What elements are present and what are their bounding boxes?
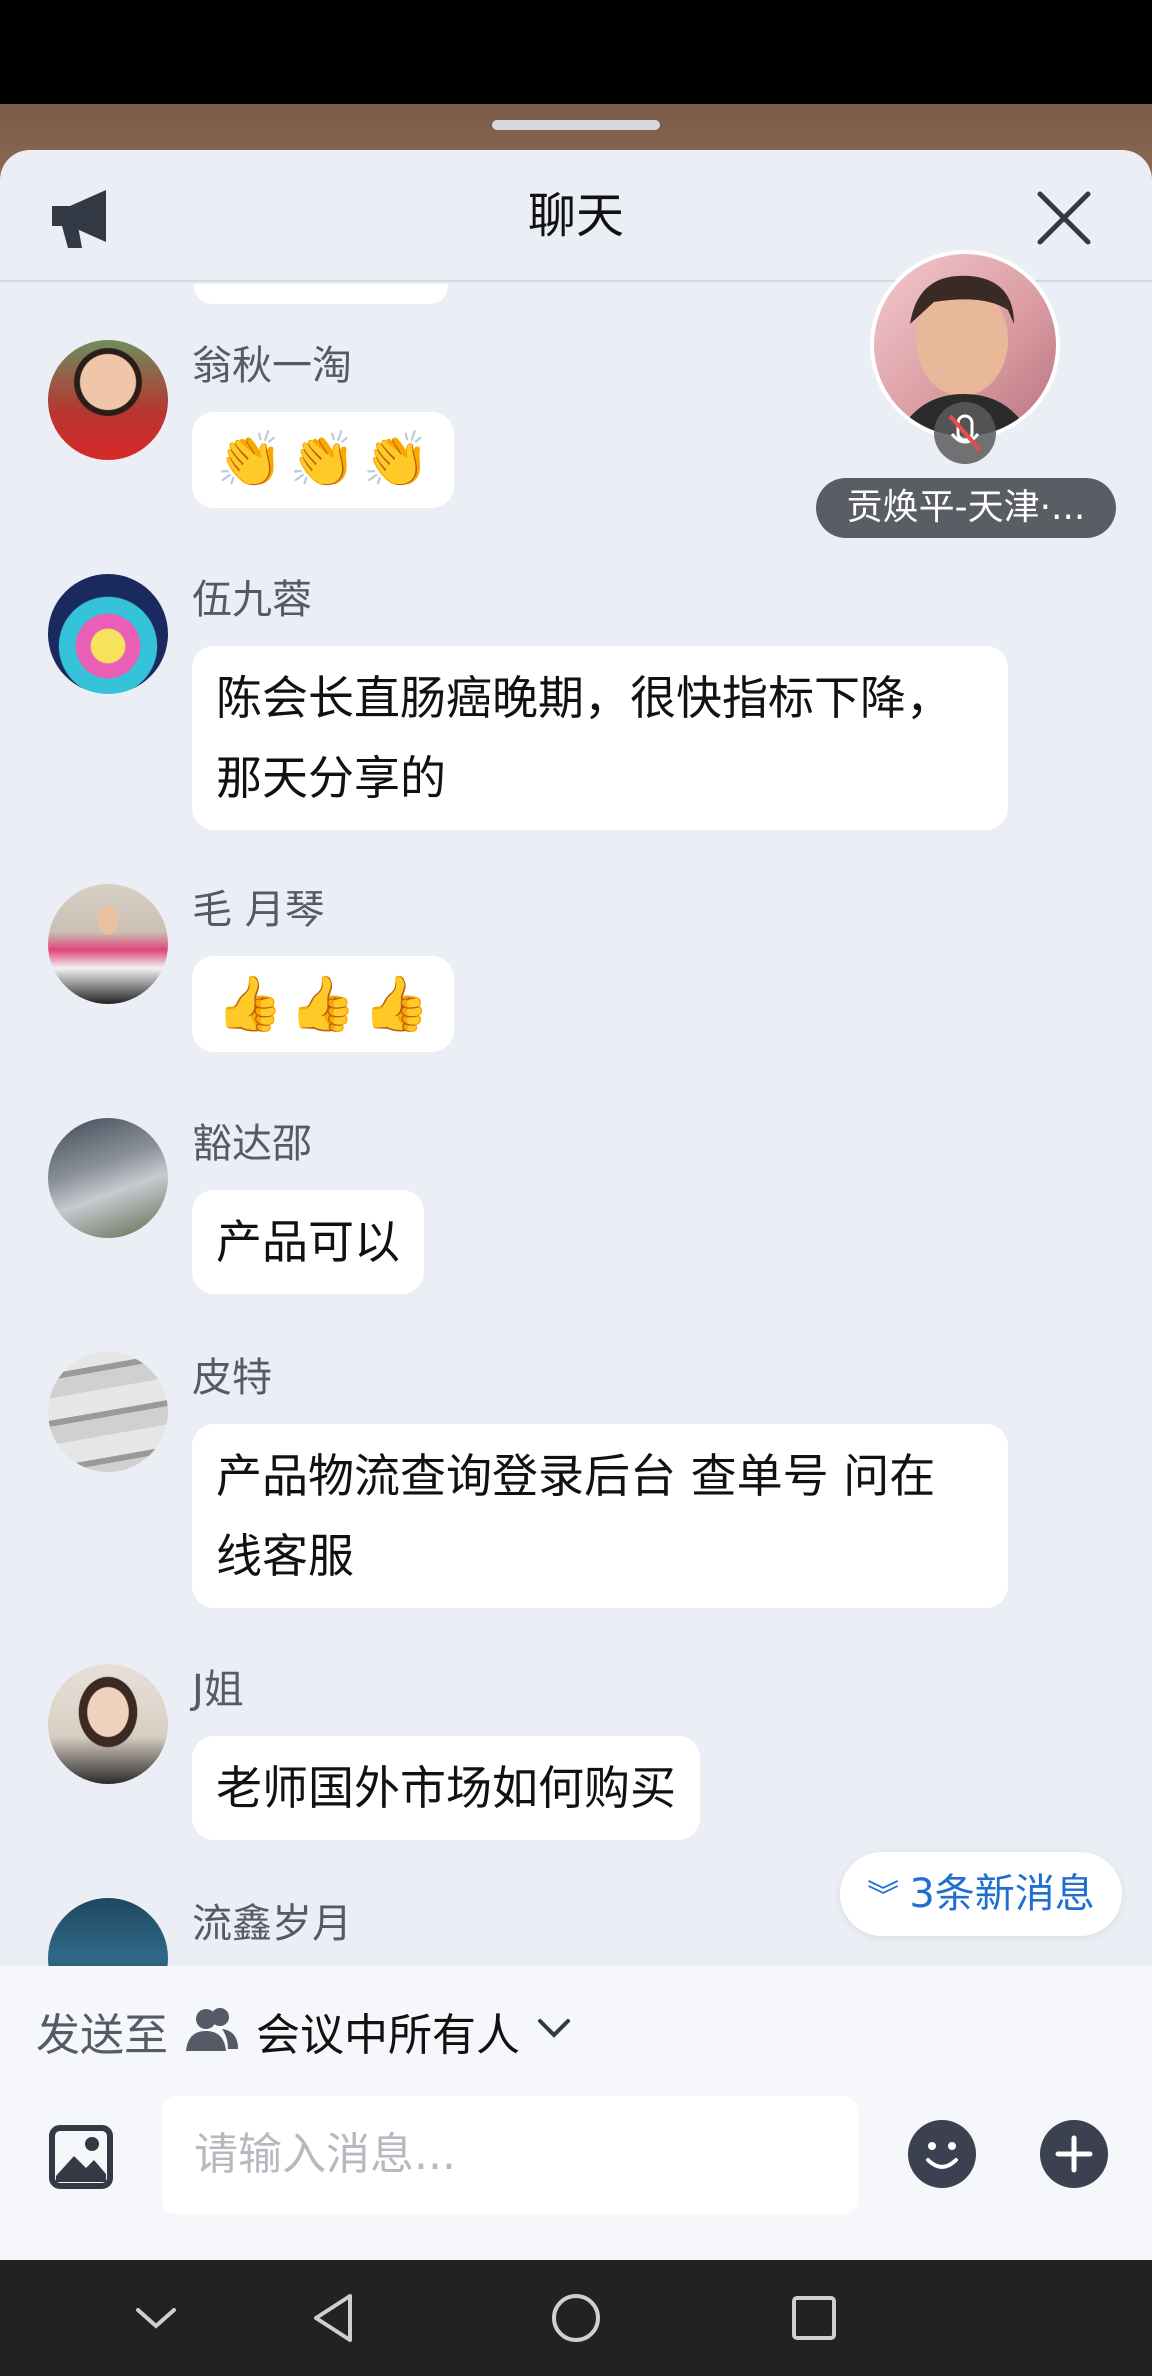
message-text: 老师国外市场如何购买: [216, 1761, 676, 1815]
nav-recents-icon[interactable]: [786, 2290, 842, 2346]
clap-emoji: 👏: [216, 428, 284, 491]
message-bubble[interactable]: 👏 👏 👏: [192, 412, 454, 508]
message-bubble[interactable]: 产品可以: [192, 1190, 424, 1294]
system-nav-bar: [0, 2260, 1152, 2376]
new-messages-button[interactable]: ︾ 3条新消息: [840, 1852, 1122, 1936]
nav-back-icon[interactable]: [306, 2290, 362, 2346]
video-participant-name: 贡焕平-天津·...: [816, 478, 1116, 538]
thumbs-up-emoji: 👍: [289, 972, 357, 1035]
message-text: 产品可以: [216, 1215, 400, 1269]
sender-name: 毛 月琴: [192, 887, 325, 933]
avatar[interactable]: [48, 884, 168, 1004]
image-icon[interactable]: [48, 2124, 114, 2190]
chat-sheet: 聊天 翁秋一淘 👏 👏 👏 伍九蓉 陈会长直肠癌晚期，很快指标下降， 那天分享的…: [0, 150, 1152, 2260]
message-bubble[interactable]: 产品物流查询登录后台 查单号 问在 线客服: [192, 1424, 1008, 1608]
status-bar: [0, 0, 1152, 104]
nav-collapse-icon[interactable]: [128, 2290, 184, 2346]
sender-name: 流鑫岁月: [192, 1901, 352, 1947]
new-messages-label: 3条新消息: [909, 1871, 1095, 1917]
emoji-row: 👍 👍 👍: [216, 974, 430, 1034]
double-chevron-down-icon: ︾: [867, 1877, 910, 1915]
compose-area: 发送至 会议中所有人 请输入消息...: [0, 1966, 1152, 2260]
clap-emoji: 👏: [289, 428, 357, 491]
close-icon[interactable]: [1034, 188, 1094, 248]
thumbs-up-emoji: 👍: [216, 972, 284, 1035]
users-icon: [184, 2005, 240, 2057]
avatar[interactable]: [48, 1664, 168, 1784]
message-text: 那天分享的: [216, 751, 446, 805]
drag-handle[interactable]: [492, 120, 660, 130]
message-list[interactable]: 翁秋一淘 👏 👏 👏 伍九蓉 陈会长直肠癌晚期，很快指标下降， 那天分享的 毛 …: [0, 284, 1152, 2116]
emoji-icon[interactable]: [906, 2118, 978, 2190]
sender-name: 皮特: [192, 1355, 272, 1401]
avatar[interactable]: [48, 1118, 168, 1238]
clap-emoji: 👏: [362, 428, 430, 491]
previous-message-bubble: [194, 284, 448, 304]
avatar[interactable]: [48, 1352, 168, 1472]
sender-name: 翁秋一淘: [192, 343, 352, 389]
send-to-value: 会议中所有人: [256, 2010, 520, 2061]
message-bubble[interactable]: 老师国外市场如何购买: [192, 1736, 700, 1840]
mic-muted-icon: [934, 402, 996, 464]
message-bubble[interactable]: 👍 👍 👍: [192, 956, 454, 1052]
add-icon[interactable]: [1038, 2118, 1110, 2190]
send-to-label: 发送至: [36, 2010, 168, 2061]
sender-name: J姐: [192, 1667, 244, 1713]
nav-home-icon[interactable]: [548, 2290, 604, 2346]
thumbs-up-emoji: 👍: [362, 972, 430, 1035]
emoji-row: 👏 👏 👏: [216, 430, 430, 490]
sender-name: 豁达邵: [192, 1121, 312, 1167]
page-title: 聊天: [527, 188, 624, 244]
chevron-down-icon: [536, 2017, 572, 2045]
avatar[interactable]: [48, 340, 168, 460]
message-text: 线客服: [216, 1529, 354, 1583]
sender-name: 伍九蓉: [192, 577, 312, 623]
message-text: 陈会长直肠癌晚期，很快指标下降，: [216, 671, 952, 725]
send-to-selector[interactable]: 发送至 会议中所有人: [36, 1996, 572, 2066]
message-bubble[interactable]: 陈会长直肠癌晚期，很快指标下降， 那天分享的: [192, 646, 1008, 830]
avatar[interactable]: [48, 574, 168, 694]
message-text: 产品物流查询登录后台 查单号 问在: [216, 1449, 936, 1503]
message-input[interactable]: 请输入消息...: [162, 2096, 858, 2214]
